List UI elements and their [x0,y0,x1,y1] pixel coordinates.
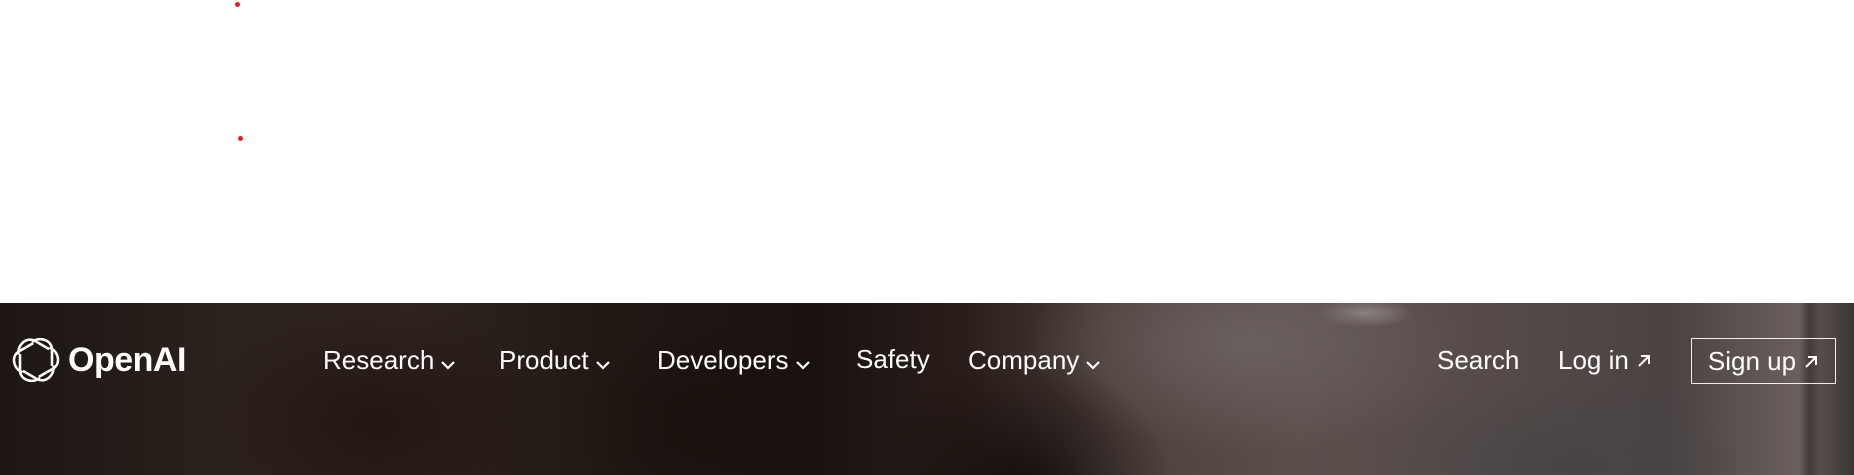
login-label: Log in [1558,345,1629,375]
nav-item-product[interactable]: Product [499,346,610,374]
signup-button[interactable]: Sign up [1691,338,1836,384]
chevron-down-icon [1086,348,1101,374]
nav-item-developers[interactable]: Developers [657,346,810,374]
openai-logo-icon [12,336,60,384]
nav-item-safety[interactable]: Safety [856,346,930,372]
chevron-down-icon [595,348,610,374]
brand-logo-link[interactable]: OpenAI [12,336,186,384]
top-navigation-bar: OpenAI Research Product Developers Safet… [0,303,1854,423]
nav-item-label: Research [323,345,435,375]
nav-item-label: Product [499,345,589,375]
nav-item-label: Safety [856,344,930,374]
nav-item-label: Company [968,345,1080,375]
nav-item-label: Developers [657,345,789,375]
arrow-up-right-icon [1803,348,1819,374]
search-label: Search [1437,345,1520,375]
chevron-down-icon [441,348,456,374]
brand-name: OpenAI [68,341,186,379]
nav-item-research[interactable]: Research [323,345,456,375]
red-dot-marker [235,2,240,7]
nav-item-company[interactable]: Company [968,345,1101,375]
red-dot-marker [238,136,243,141]
login-link[interactable]: Log in [1558,347,1652,373]
search-button[interactable]: Search [1437,347,1519,373]
arrow-up-right-icon [1636,347,1652,373]
blank-page-area [0,0,1854,303]
chevron-down-icon [795,348,810,374]
signup-label: Sign up [1707,346,1797,376]
